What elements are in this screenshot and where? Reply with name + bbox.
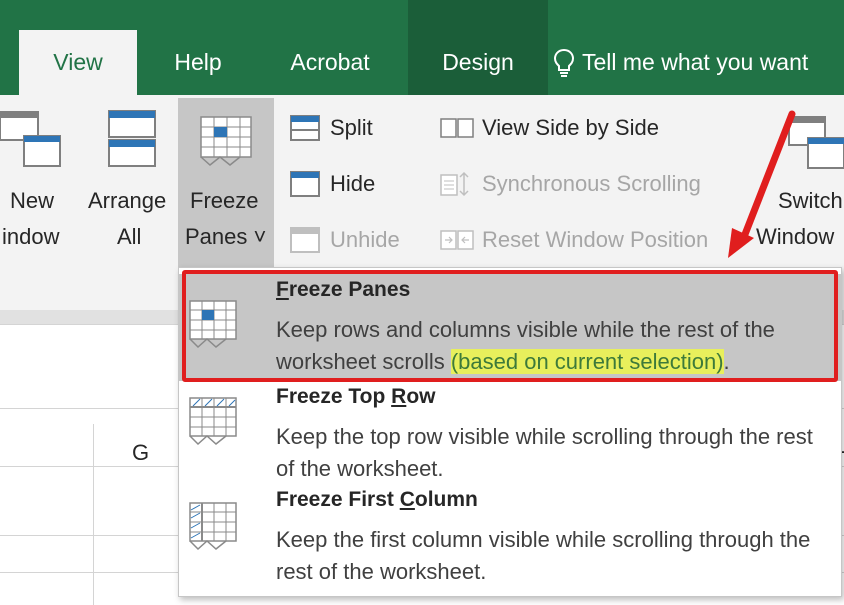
reset-window-position-label: Reset Window Position bbox=[482, 227, 709, 252]
freeze-first-column-title: Freeze First Column bbox=[276, 488, 478, 512]
freeze-panes-label-1: Freeze bbox=[190, 188, 259, 213]
annotation-arrow bbox=[728, 110, 796, 258]
unhide-button[interactable]: Unhide bbox=[290, 227, 400, 253]
annotation-highlight-box bbox=[182, 270, 838, 382]
sync-scrolling-button[interactable]: Synchronous Scrolling bbox=[440, 171, 701, 197]
column-header-g[interactable]: G bbox=[132, 440, 149, 466]
tab-acrobat-label: Acrobat bbox=[290, 49, 370, 75]
unhide-icon bbox=[290, 227, 320, 253]
new-window-label-2: indow bbox=[2, 224, 60, 249]
tab-design[interactable]: Design bbox=[408, 30, 548, 95]
menu-item-freeze-top-row[interactable]: Freeze Top Row Keep the top row visible … bbox=[179, 381, 841, 486]
freeze-panes-icon bbox=[200, 116, 252, 166]
lightbulb-icon bbox=[553, 48, 575, 77]
new-window-icon[interactable] bbox=[0, 110, 62, 170]
view-side-by-side-label: View Side by Side bbox=[482, 115, 659, 140]
freeze-top-row-title-post: ow bbox=[406, 385, 436, 408]
freeze-first-column-title-pre: Freeze First bbox=[276, 488, 400, 511]
sync-scrolling-label: Synchronous Scrolling bbox=[482, 171, 701, 196]
freeze-top-row-accesskey: R bbox=[391, 385, 407, 408]
freeze-top-row-icon bbox=[189, 397, 237, 445]
tab-acrobat[interactable]: Acrobat bbox=[270, 30, 390, 95]
arrange-all-label-2: All bbox=[117, 224, 142, 249]
reset-window-position-button[interactable]: Reset Window Position bbox=[440, 227, 708, 253]
unhide-label: Unhide bbox=[330, 227, 400, 252]
freeze-first-column-description: Keep the first column visible while scro… bbox=[276, 527, 811, 584]
split-button[interactable]: Split bbox=[290, 115, 373, 141]
tell-me-label: Tell me what you want bbox=[582, 49, 809, 75]
menu-item-freeze-first-column[interactable]: Freeze First Column Keep the first colum… bbox=[179, 486, 841, 594]
freeze-first-column-title-post: olumn bbox=[414, 488, 478, 511]
tab-design-label: Design bbox=[442, 49, 514, 75]
grid-line bbox=[93, 424, 94, 605]
hide-icon bbox=[290, 171, 320, 197]
reset-window-icon bbox=[440, 230, 474, 250]
new-window-label-1: New bbox=[10, 188, 55, 213]
hide-button[interactable]: Hide bbox=[290, 171, 375, 197]
freeze-first-column-icon bbox=[189, 502, 237, 550]
view-side-by-side-button[interactable]: View Side by Side bbox=[440, 115, 659, 141]
arrange-all-label-1: Arrange bbox=[88, 188, 167, 213]
tab-help-label: Help bbox=[174, 49, 222, 75]
freeze-top-row-title: Freeze Top Row bbox=[276, 385, 435, 409]
arrange-all-icon[interactable] bbox=[108, 110, 156, 168]
tab-view-label: View bbox=[53, 49, 103, 75]
tab-help[interactable]: Help bbox=[158, 30, 238, 95]
view-side-by-side-icon bbox=[440, 118, 474, 138]
split-icon bbox=[290, 115, 320, 141]
freeze-top-row-description: Keep the top row visible while scrolling… bbox=[276, 424, 813, 481]
hide-label: Hide bbox=[330, 171, 376, 196]
freeze-panes-label-2: Panes ˅ bbox=[185, 224, 267, 249]
tell-me-search[interactable]: Tell me what you want bbox=[552, 30, 844, 95]
ribbon-tab-bar: View Help Acrobat Design Tell me what yo… bbox=[0, 0, 844, 95]
tab-view[interactable]: View bbox=[19, 30, 137, 95]
sync-scrolling-icon bbox=[440, 171, 469, 197]
split-label: Split bbox=[330, 115, 373, 140]
freeze-top-row-title-pre: Freeze Top bbox=[276, 385, 392, 408]
freeze-first-column-accesskey: C bbox=[399, 488, 415, 511]
